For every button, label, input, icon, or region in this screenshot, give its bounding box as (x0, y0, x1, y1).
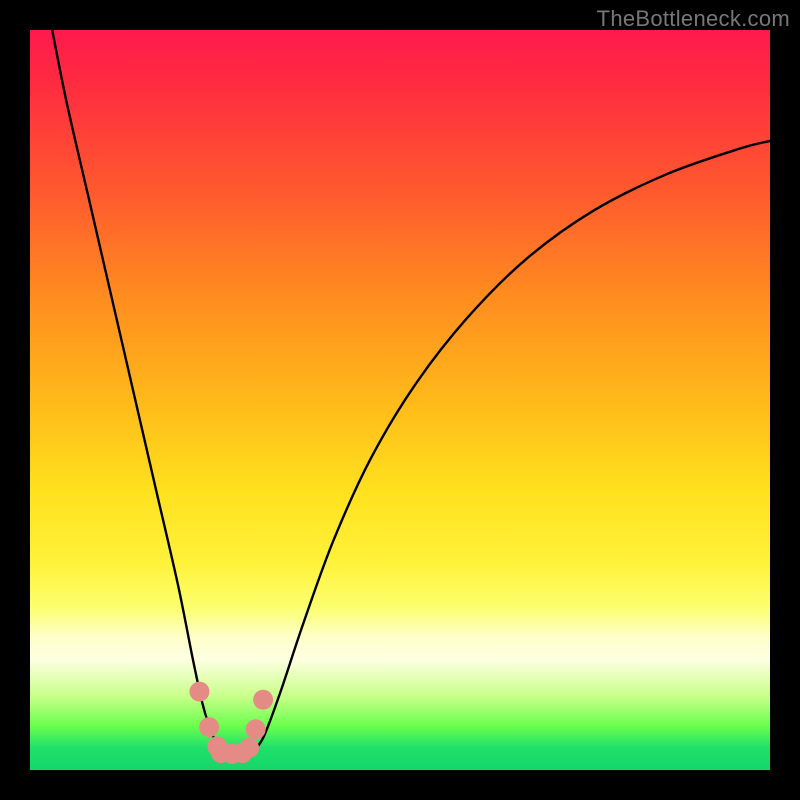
curve-right-branch (245, 141, 770, 754)
curve-left-branch (52, 30, 244, 754)
curve-layer (30, 30, 770, 770)
chart-stage: TheBottleneck.com (0, 0, 800, 800)
curve-group (52, 30, 770, 754)
valley-marker-dot (239, 738, 259, 758)
marker-group (189, 682, 273, 764)
valley-marker-dot (246, 719, 266, 739)
plot-area (30, 30, 770, 770)
valley-marker-dot (199, 717, 219, 737)
watermark-text: TheBottleneck.com (597, 6, 790, 32)
valley-marker-dot (253, 690, 273, 710)
valley-marker-dot (189, 682, 209, 702)
